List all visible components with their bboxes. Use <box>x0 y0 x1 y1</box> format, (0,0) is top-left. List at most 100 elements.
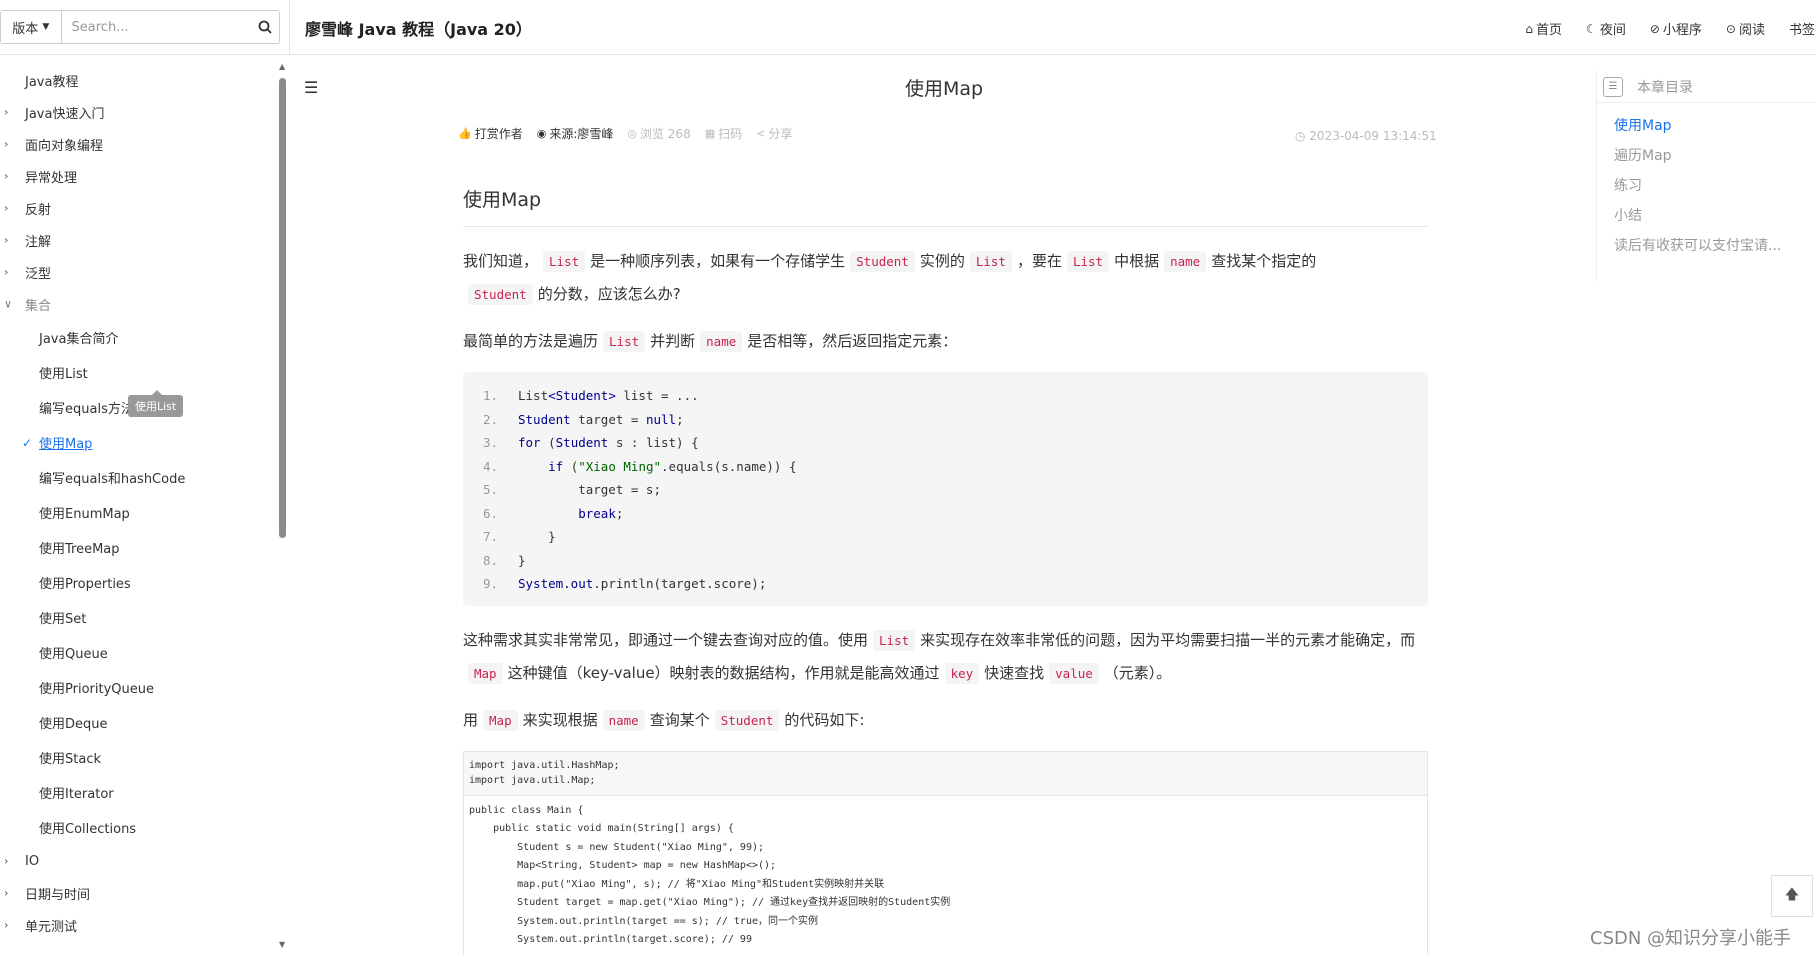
toc-item[interactable]: 小结 <box>1614 206 1799 236</box>
sidebar-item[interactable]: 使用Stack <box>0 740 275 775</box>
inline-code: name <box>602 709 645 731</box>
sidebar-item[interactable]: › IO <box>0 845 275 877</box>
sidebar-item[interactable]: › 注解 <box>0 224 275 256</box>
code-text: } <box>518 552 526 568</box>
scroll-down-arrow-icon[interactable]: ▼ <box>279 940 285 949</box>
list-icon: ☰ <box>1603 76 1623 97</box>
inline-code: key <box>944 662 980 684</box>
inline-code: Map <box>483 709 518 731</box>
nav-label: 夜间 <box>1599 23 1626 38</box>
thumbs-up-icon: 👍 <box>458 127 472 140</box>
eye-icon: ◎ <box>627 127 637 140</box>
sidebar-item[interactable]: › 反射 <box>0 192 275 224</box>
sidebar-scrollbar[interactable]: ▲ ▼ <box>277 56 287 955</box>
version-label: 版本 <box>12 21 39 37</box>
sidebar-item[interactable]: 使用Iterator <box>0 775 275 810</box>
toc-title: 本章目录 <box>1637 79 1693 96</box>
table-of-contents: ☰ 本章目录 使用Map 遍历Map 练习 小结 读后有收获可以支付宝请... <box>1596 71 1815 281</box>
code-body: public class Main { public static void m… <box>469 804 951 946</box>
sidebar-item-label: 单元测试 <box>25 919 78 935</box>
chevron-right-icon[interactable]: › <box>4 138 8 151</box>
nav-item-4[interactable]: 书签 <box>1789 19 1815 38</box>
sidebar-item[interactable]: › 单元测试 <box>0 909 275 941</box>
sidebar-item[interactable]: 使用Collections <box>0 810 275 845</box>
chevron-right-icon[interactable]: › <box>4 202 8 215</box>
article-meta: 👍 打赏作者 ◉ 来源:廖雪峰 ◎ 浏览 268 ▦ 扫码 < 分享 <box>458 125 806 142</box>
sidebar-item-label: 使用Properties <box>39 577 131 592</box>
chevron-right-icon[interactable]: › <box>4 855 8 868</box>
chevron-right-icon[interactable]: › <box>4 887 8 900</box>
sidebar-item-label: 日期与时间 <box>25 887 91 903</box>
code-line: 3. for (Student s : list) { <box>483 431 1428 455</box>
chevron-right-icon[interactable]: › <box>4 106 8 119</box>
sidebar-item[interactable]: › 日期与时间 <box>0 877 275 909</box>
nav-item-2[interactable]: ⊘ 小程序 <box>1650 19 1702 39</box>
sidebar-item[interactable]: 使用PriorityQueue <box>0 670 275 705</box>
inline-code: Map <box>468 662 503 684</box>
sidebar-item[interactable]: 编写equals和hashCode <box>0 460 275 495</box>
version-dropdown[interactable]: 版本 ▼ <box>1 11 62 43</box>
sidebar-item[interactable]: › 泛型 <box>0 256 275 288</box>
sidebar-item[interactable]: › 异常处理 <box>0 160 275 192</box>
code-line: 8.} <box>483 549 1428 573</box>
scroll-up-arrow-icon[interactable]: ▲ <box>279 62 285 71</box>
chevron-right-icon[interactable]: › <box>4 919 8 932</box>
sidebar-item[interactable]: ∨ 集合 <box>0 288 275 320</box>
inline-code: Student <box>850 251 915 272</box>
code-text: target = s; <box>518 482 661 497</box>
inline-code: value <box>1049 662 1099 684</box>
scrollbar-thumb[interactable] <box>279 78 286 538</box>
page-title: 使用Map <box>904 78 984 100</box>
code-text: List<Student> list = ... <box>518 388 699 403</box>
search-button[interactable] <box>252 11 279 43</box>
sidebar-item[interactable]: Java集合简介 <box>0 320 275 355</box>
nav-item-3[interactable]: ⊙ 阅读 <box>1726 19 1765 39</box>
chevron-right-icon[interactable]: › <box>4 170 8 183</box>
nav-item-1[interactable]: ☾ 夜间 <box>1586 19 1626 39</box>
chevron-down-icon[interactable]: ∨ <box>4 298 12 311</box>
source-link[interactable]: ◉ 来源:廖雪峰 <box>537 125 614 142</box>
back-to-top-button[interactable]: 🡅 <box>1771 875 1813 917</box>
hamburger-menu-icon[interactable]: ☰ <box>304 78 318 97</box>
search-input[interactable] <box>61 11 252 43</box>
sidebar-item[interactable]: 使用List <box>0 355 275 390</box>
inline-code: Student <box>468 284 533 305</box>
sidebar-item-label: 使用List <box>39 367 88 382</box>
sidebar-item[interactable]: 使用Deque <box>0 705 275 740</box>
paragraph-2: 最简单的方法是遍历 List 并判断 name 是否相等，然后返回指定元素： <box>463 325 1428 358</box>
sidebar-item-label: 使用PriorityQueue <box>39 682 154 697</box>
sidebar-item[interactable]: 使用Set <box>0 600 275 635</box>
toc-item[interactable]: 使用Map <box>1614 116 1799 146</box>
scan-label: 扫码 <box>718 127 743 141</box>
code-text: Student target = null; <box>518 411 684 427</box>
code-text: } <box>518 529 556 544</box>
chevron-right-icon[interactable]: › <box>4 234 8 247</box>
text: 最简单的方法是遍历 <box>463 332 599 350</box>
sidebar-item[interactable]: ✓ 使用Map <box>0 425 275 460</box>
runnable-code-block[interactable]: import java.util.HashMap; import java.ut… <box>463 750 1428 955</box>
share-link[interactable]: < 分享 <box>756 125 792 142</box>
inline-code: name <box>1164 251 1207 272</box>
sidebar-item[interactable]: Java教程 <box>0 64 275 96</box>
toc-item[interactable]: 练习 <box>1614 176 1799 206</box>
nav-label: 首页 <box>1536 23 1563 38</box>
chevron-right-icon[interactable]: › <box>4 266 8 279</box>
top-nav: ⌂ 首页 ☾ 夜间 ⊘ 小程序 ⊙ 阅读 书签 <box>1501 19 1815 39</box>
publish-date: ◷ 2023-04-09 13:14:51 <box>1295 129 1437 143</box>
text: （元素）。 <box>1103 663 1172 682</box>
nav-item-0[interactable]: ⌂ 首页 <box>1525 19 1563 39</box>
sidebar-item[interactable]: 使用EnumMap <box>0 495 275 530</box>
site-title[interactable]: 廖雪峰 Java 教程（Java 20） <box>305 16 532 40</box>
article-content: 使用Map 我们知道， List 是一种顺序列表，如果有一个存储学生 Student 实… <box>463 185 1428 955</box>
sidebar-item[interactable]: › 面向对象编程 <box>0 128 275 160</box>
inline-code: List <box>1066 251 1110 272</box>
code-line: 2. Student target = null; <box>483 408 1428 432</box>
sidebar-item[interactable]: 使用Properties <box>0 565 275 600</box>
sidebar-item[interactable]: 使用Queue <box>0 635 275 670</box>
toc-item[interactable]: 读后有收获可以支付宝请... <box>1614 236 1799 266</box>
sidebar-item[interactable]: 使用TreeMap <box>0 530 275 565</box>
scan-link[interactable]: ▦ 扫码 <box>705 125 742 142</box>
reward-author-link[interactable]: 👍 打赏作者 <box>458 125 523 142</box>
sidebar-item[interactable]: › Java快速入门 <box>0 96 275 128</box>
toc-item[interactable]: 遍历Map <box>1614 146 1799 176</box>
